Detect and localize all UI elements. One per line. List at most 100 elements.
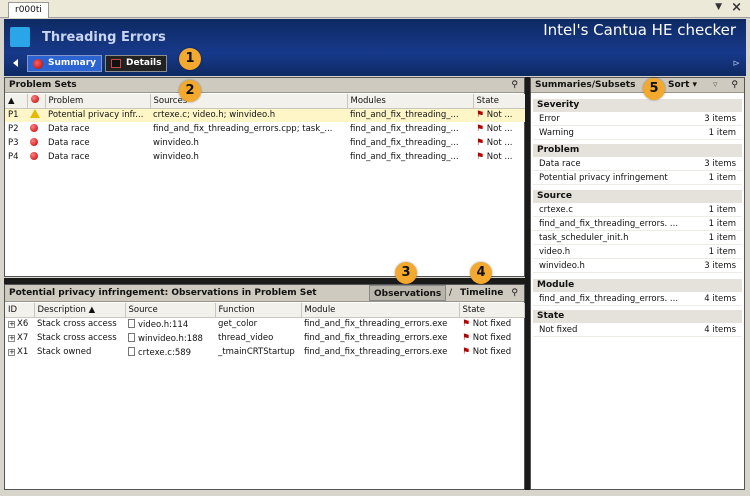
expand-icon[interactable]: + [8, 349, 15, 356]
file-icon [128, 332, 135, 342]
column-header-state[interactable]: State [459, 303, 525, 318]
severity-column-icon[interactable] [27, 94, 46, 109]
state-cell[interactable]: Not ... [487, 110, 513, 120]
tab-list-arrow-icon[interactable]: ▼ [715, 2, 722, 12]
back-arrow-icon[interactable] [13, 59, 18, 67]
tab-separator: / [449, 288, 453, 298]
document-tab-bar: r000ti ▼ × [0, 0, 750, 18]
sort-arrow-icon[interactable]: ▲ [5, 94, 28, 109]
pin-icon[interactable]: ⚲ [511, 78, 518, 92]
table-row[interactable]: + X1 Stack owned crtexe.c:589 _tmainCRTSt… [5, 345, 524, 359]
problem-sets-header: Problem Sets ⚲ [5, 78, 524, 93]
summary-row[interactable]: Not fixed 4 items [533, 323, 742, 337]
column-header-id[interactable]: ID [5, 303, 35, 318]
analysis-type-icon [10, 27, 30, 47]
state-cell[interactable]: Not fixed [473, 319, 511, 329]
column-header-module[interactable]: Module [301, 303, 460, 318]
observations-title: Potential privacy infringement: Observat… [9, 288, 317, 298]
pin-icon[interactable]: ⚲ [511, 285, 518, 301]
close-icon[interactable]: × [731, 0, 742, 15]
analysis-header: Threading Errors Intel's Cantua HE check… [4, 19, 746, 76]
summary-row[interactable]: video.h 1 item [533, 245, 742, 259]
state-cell[interactable]: Not ... [487, 138, 513, 148]
summaries-pane: Summaries/Subsets Sort ▾ ▿ ⚲ Severity Er… [530, 77, 745, 490]
summary-group-title: Severity [533, 99, 742, 112]
source-cell[interactable]: video.h:114 [138, 320, 188, 330]
observations-pane: Potential privacy infringement: Observat… [4, 284, 525, 490]
pin-icon[interactable]: ⊳ [732, 59, 740, 69]
table-row[interactable]: P2 Data race find_and_fix_threading_erro… [5, 122, 525, 136]
flag-icon: ⚑ [462, 319, 471, 330]
summary-row[interactable]: Error 3 items [533, 112, 742, 126]
table-row[interactable]: P1 Potential privacy infr... crtexe.c; v… [5, 108, 525, 122]
module-cell: find_and_fix_threading_errors.exe [304, 319, 448, 330]
summary-row[interactable]: task_scheduler_init.h 1 item [533, 231, 742, 245]
table-row[interactable]: + X7 Stack cross access winvideo.h:188 th… [5, 331, 524, 345]
sources-cell: winvideo.h [153, 138, 199, 148]
column-header-description[interactable]: Description ▲ [34, 303, 126, 318]
result-tab[interactable]: r000ti [8, 2, 49, 18]
column-header-state[interactable]: State [473, 94, 526, 109]
modules-cell: find_and_fix_threading_... [350, 152, 459, 162]
sources-cell: find_and_fix_threading_errors.cpp; task_… [153, 124, 333, 134]
expand-icon[interactable]: + [8, 321, 15, 329]
problem-id: P1 [5, 108, 27, 122]
summary-button[interactable]: Summary [27, 55, 103, 72]
summary-row[interactable]: Data race 3 items [533, 157, 742, 171]
summary-group-severity: Severity Error 3 items Warning 1 item [533, 99, 742, 140]
column-header-problem[interactable]: Problem [45, 94, 151, 109]
table-row[interactable]: P4 Data race winvideo.h find_and_fix_thr… [5, 150, 525, 164]
summary-row[interactable]: winvideo.h 3 items [533, 259, 742, 273]
summary-group-title: Module [533, 279, 742, 292]
source-cell[interactable]: winvideo.h:188 [138, 334, 203, 344]
file-icon [128, 318, 135, 328]
column-header-function[interactable]: Function [215, 303, 302, 318]
filter-icon[interactable]: ▿ [713, 78, 718, 92]
observations-header: Potential privacy infringement: Observat… [5, 285, 524, 302]
callout-marker: 3 [395, 262, 417, 284]
problem-id: P4 [8, 152, 19, 162]
column-header-modules[interactable]: Modules [347, 94, 474, 109]
summary-group-title: State [533, 310, 742, 323]
error-icon [30, 123, 38, 132]
sort-button[interactable]: Sort ▾ [668, 78, 697, 92]
summary-row[interactable]: find_and_fix_threading_errors. ... 4 item… [533, 292, 742, 306]
summary-group-module: Module find_and_fix_threading_errors. ..… [533, 279, 742, 306]
observations-table: ID Description ▲ Source Function Module … [5, 303, 525, 359]
flag-icon: ⚑ [476, 152, 485, 162]
pin-icon[interactable]: ⚲ [731, 78, 738, 92]
problem-sets-table: ▲ Problem Sources Modules State P1 Poten… [5, 94, 526, 164]
module-cell: find_and_fix_threading_errors.exe [304, 333, 448, 343]
state-cell[interactable]: Not fixed [473, 333, 511, 343]
column-header-source[interactable]: Source [125, 303, 216, 318]
file-icon [128, 346, 135, 356]
flag-icon: ⚑ [462, 333, 471, 343]
source-cell[interactable]: crtexe.c:589 [138, 348, 191, 358]
problem-id: P2 [8, 124, 19, 134]
details-button[interactable]: Details [105, 55, 168, 72]
sources-cell: crtexe.c; video.h; winvideo.h [150, 108, 347, 122]
problem-cell: Data race [48, 124, 90, 134]
details-icon [111, 59, 121, 68]
summary-row[interactable]: find_and_fix_threading_errors. ... 1 item [533, 217, 742, 231]
expand-icon[interactable]: + [8, 335, 15, 342]
state-cell[interactable]: Not ... [487, 124, 513, 134]
module-cell: find_and_fix_threading_errors.exe [304, 347, 448, 357]
callout-marker: 1 [179, 48, 201, 70]
summary-row[interactable]: crtexe.c 1 item [533, 203, 742, 217]
summary-row[interactable]: Warning 1 item [533, 126, 742, 140]
warning-icon [30, 109, 40, 119]
tab-observations[interactable]: Observations [369, 285, 447, 301]
summary-row[interactable]: Potential privacy infringement 1 item [533, 171, 742, 185]
summary-group-source: Source crtexe.c 1 item find_and_fix_threa… [533, 190, 742, 273]
description-cell: Stack cross access [37, 319, 117, 330]
summary-group-state: State Not fixed 4 items [533, 310, 742, 337]
state-cell[interactable]: Not ... [487, 152, 513, 162]
analysis-title: Threading Errors [42, 30, 166, 45]
state-cell[interactable]: Not fixed [473, 347, 511, 357]
table-row[interactable]: P3 Data race winvideo.h find_and_fix_thr… [5, 136, 525, 150]
tab-timeline[interactable]: Timeline [460, 285, 503, 301]
problem-id: P3 [8, 138, 19, 148]
observation-id: X1 [17, 347, 29, 357]
table-row[interactable]: + X6 Stack cross access video.h:114 get_c… [5, 317, 524, 331]
